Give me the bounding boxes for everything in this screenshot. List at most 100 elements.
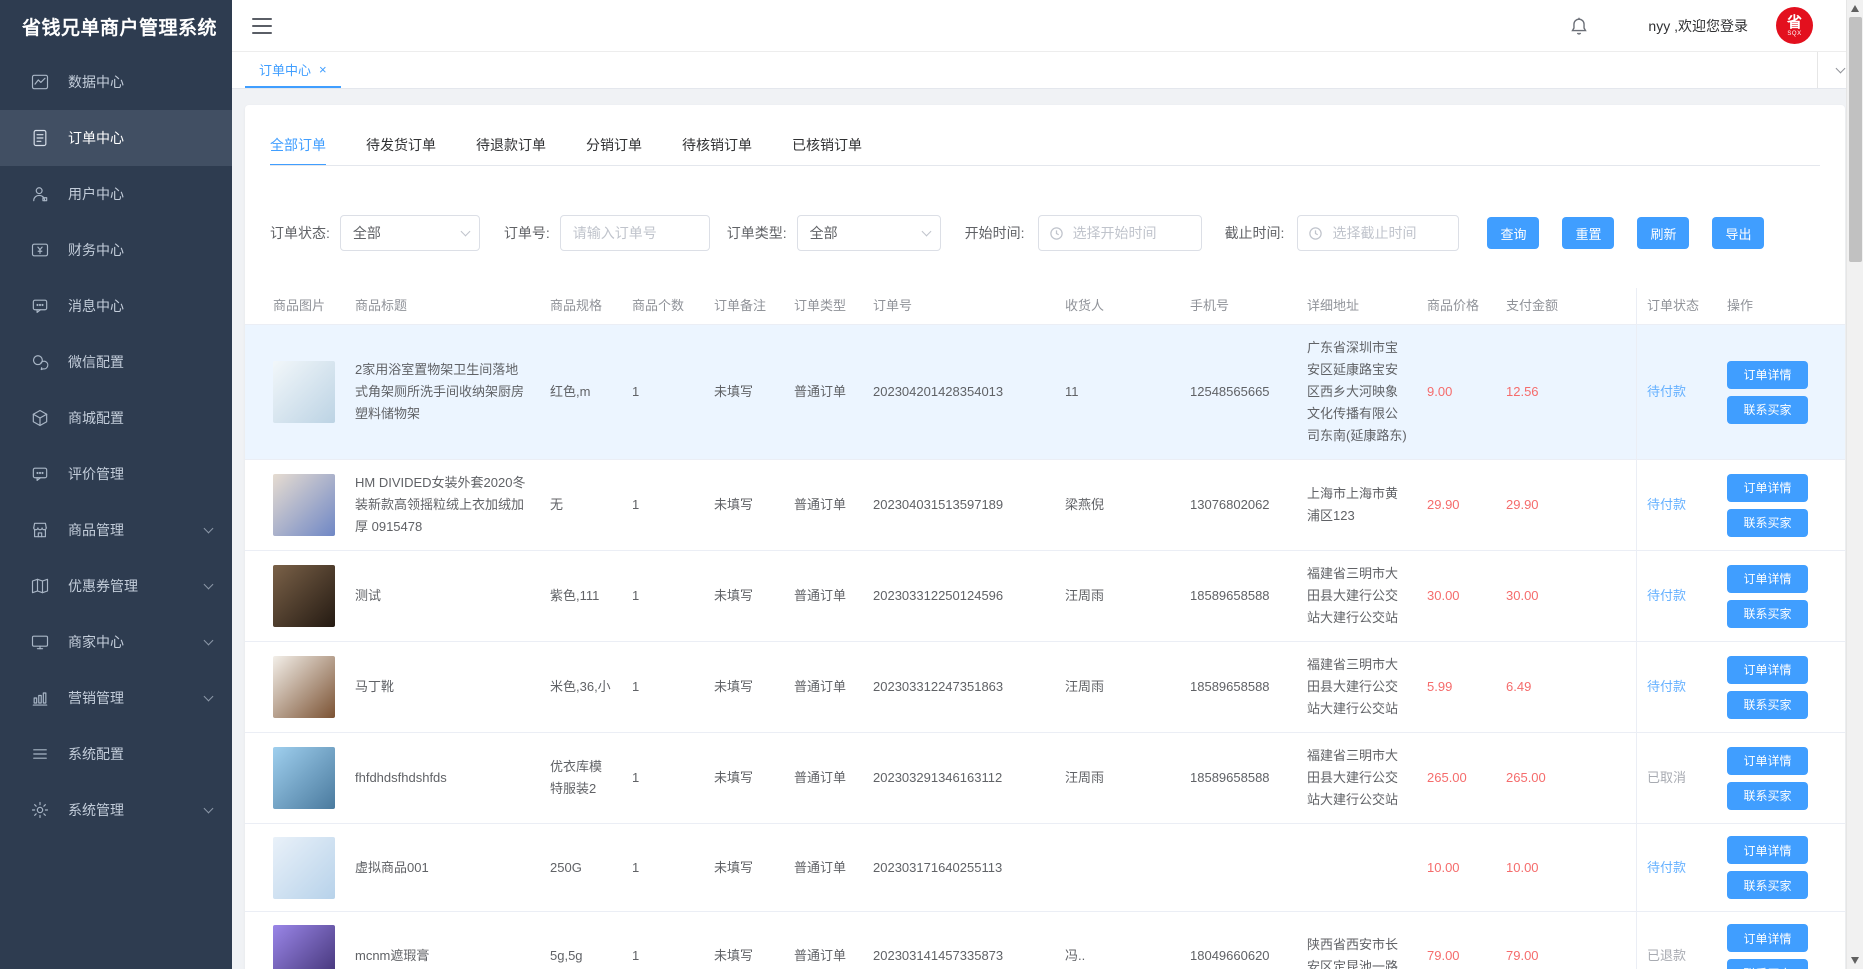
order-tab-3[interactable]: 分销订单 (566, 125, 662, 165)
cell-text-address: 广东省深圳市宝安区延康路宝安区西乡大河映象文化传播有限公司东南(延康路东) (1307, 337, 1407, 447)
workspace-tab-order-center[interactable]: 订单中心 × (245, 52, 341, 88)
order-detail-button[interactable]: 订单详情 (1727, 656, 1808, 684)
order-detail-button[interactable]: 订单详情 (1727, 836, 1808, 864)
sidebar-item-message[interactable]: 消息中心 (0, 278, 232, 334)
notification-bell-icon[interactable] (1568, 15, 1590, 37)
table-row[interactable]: fhfdhdsfhdshfds优衣库模特服装21未填写普通订单202303291… (245, 733, 1845, 824)
sidebar-item-review[interactable]: 评价管理 (0, 446, 232, 502)
scrollbar-thumb[interactable] (1849, 17, 1862, 262)
reset-button[interactable]: 重置 (1562, 217, 1614, 249)
cell-text-amount: 265.00 (1506, 767, 1546, 789)
user-avatar[interactable]: 省 SQX (1776, 7, 1813, 44)
cell-text-receiver: 11 (1065, 381, 1079, 403)
cell-count: 1 (622, 325, 704, 459)
cell-status: 待付款 (1636, 642, 1717, 732)
cell-address: 广东省深圳市宝安区延康路宝安区西乡大河映象文化传播有限公司东南(延康路东) (1297, 325, 1417, 459)
table-row[interactable]: 马丁靴米色,36,小1未填写普通订单202303312247351863汪周雨1… (245, 642, 1845, 733)
order-detail-button[interactable]: 订单详情 (1727, 924, 1808, 952)
start-time-label: 开始时间: (965, 223, 1025, 243)
order-detail-button[interactable]: 订单详情 (1727, 361, 1808, 389)
table-header-row: 商品图片商品标题商品规格商品个数订单备注订单类型订单号收货人手机号详细地址商品价… (245, 288, 1845, 325)
sidebar-item-product[interactable]: 商品管理 (0, 502, 232, 558)
contact-buyer-button[interactable]: 联系买家 (1727, 600, 1808, 628)
sidebar-item-wechat[interactable]: 微信配置 (0, 334, 232, 390)
main-content: 全部订单待发货订单待退款订单分销订单待核销订单已核销订单 订单状态: 全部 订单… (232, 89, 1863, 969)
chevron-down-icon (204, 691, 214, 701)
contact-buyer-button[interactable]: 联系买家 (1727, 509, 1808, 537)
sidebar-item-merchant[interactable]: 商家中心 (0, 614, 232, 670)
order-tab-0[interactable]: 全部订单 (270, 125, 346, 165)
cell-phone: 18589658588 (1180, 551, 1297, 641)
cell-price: 9.00 (1417, 325, 1496, 459)
start-time-picker[interactable]: 选择开始时间 (1038, 215, 1202, 251)
scroll-down-arrow-icon[interactable] (1851, 957, 1859, 964)
order-tab-2[interactable]: 待退款订单 (456, 125, 566, 165)
cell-count: 1 (622, 912, 704, 969)
scroll-up-arrow-icon[interactable] (1851, 5, 1859, 12)
bar-chart-icon (30, 688, 50, 708)
order-status-select[interactable]: 全部 (340, 215, 480, 251)
cell-text-remark: 未填写 (714, 857, 753, 879)
cell-text-spec: 无 (550, 494, 563, 516)
order-tab-1[interactable]: 待发货订单 (346, 125, 456, 165)
close-icon[interactable]: × (319, 62, 327, 77)
cell-action: 订单详情联系买家 (1717, 824, 1845, 911)
column-header-image: 商品图片 (245, 288, 345, 324)
cell-text-amount: 12.56 (1506, 381, 1539, 403)
cell-text-order_no: 202303171640255113 (873, 857, 1002, 879)
table-row[interactable]: 2家用浴室置物架卫生间落地式角架厕所洗手间收纳架厨房塑料储物架红色,m1未填写普… (245, 325, 1845, 460)
table-row[interactable]: 测试紫色,1111未填写普通订单202303312250124596汪周雨185… (245, 551, 1845, 642)
tabs-divider (270, 165, 1820, 166)
order-tab-5[interactable]: 已核销订单 (772, 125, 882, 165)
cell-text-remark: 未填写 (714, 767, 753, 789)
table-row[interactable]: mcnm遮瑕膏5g,5g1未填写普通订单202303141457335873冯.… (245, 912, 1845, 969)
order-detail-button[interactable]: 订单详情 (1727, 565, 1808, 593)
sidebar-item-user[interactable]: 用户中心 (0, 166, 232, 222)
sidebar-item-sysmanage[interactable]: 系统管理 (0, 782, 232, 838)
cell-spec: 优衣库模特服装2 (540, 733, 622, 823)
contact-buyer-button[interactable]: 联系买家 (1727, 691, 1808, 719)
order-detail-button[interactable]: 订单详情 (1727, 747, 1808, 775)
order-type-select[interactable]: 全部 (797, 215, 941, 251)
sidebar-item-mall[interactable]: 商城配置 (0, 390, 232, 446)
end-time-picker[interactable]: 选择截止时间 (1297, 215, 1459, 251)
workspace-tabbar: 订单中心 × (232, 52, 1863, 89)
sidebar-item-finance[interactable]: 财务中心 (0, 222, 232, 278)
sidebar-item-data[interactable]: 数据中心 (0, 54, 232, 110)
cell-status: 已取消 (1636, 733, 1717, 823)
sidebar-item-sysconfig[interactable]: 系统配置 (0, 726, 232, 782)
finance-icon (30, 240, 50, 260)
cell-title: 测试 (345, 551, 540, 641)
order-no-input[interactable] (573, 225, 697, 241)
contact-buyer-button[interactable]: 联系买家 (1727, 871, 1808, 899)
search-button[interactable]: 查询 (1487, 217, 1539, 249)
cell-text-order_no: 202304031513597189 (873, 494, 1003, 516)
table-row[interactable]: 虚拟商品001250G1未填写普通订单20230317164025511310.… (245, 824, 1845, 912)
contact-buyer-button[interactable]: 联系买家 (1727, 959, 1808, 969)
cell-image (245, 824, 345, 911)
hamburger-menu-icon[interactable] (252, 18, 272, 34)
cell-text-address: 福建省三明市大田县大建行公交站大建行公交站 (1307, 745, 1407, 811)
order-tab-4[interactable]: 待核销订单 (662, 125, 772, 165)
sidebar-item-coupon[interactable]: 优惠券管理 (0, 558, 232, 614)
order-tab-label: 待发货订单 (366, 135, 436, 155)
order-detail-button[interactable]: 订单详情 (1727, 474, 1808, 502)
sidebar-item-label: 商品管理 (68, 520, 205, 540)
cell-text-type: 普通订单 (794, 857, 846, 879)
sidebar-item-order[interactable]: 订单中心 (0, 110, 232, 166)
cell-order_no: 202303291346163112 (863, 733, 1055, 823)
sidebar-item-label: 系统管理 (68, 800, 205, 820)
sidebar-item-marketing[interactable]: 营销管理 (0, 670, 232, 726)
cell-price: 29.90 (1417, 460, 1496, 550)
cell-text-count: 1 (632, 767, 639, 789)
cell-price: 79.00 (1417, 912, 1496, 969)
contact-buyer-button[interactable]: 联系买家 (1727, 396, 1808, 424)
product-image-sea-rock-photo (273, 747, 335, 809)
export-button[interactable]: 导出 (1712, 217, 1764, 249)
cell-spec: 5g,5g (540, 912, 622, 969)
table-row[interactable]: HM DIVIDED女装外套2020冬装新款高领摇粒绒上衣加绒加厚 091547… (245, 460, 1845, 551)
order-status-tabs: 全部订单待发货订单待退款订单分销订单待核销订单已核销订单 (245, 105, 1845, 165)
refresh-button[interactable]: 刷新 (1637, 217, 1689, 249)
cell-remark: 未填写 (704, 912, 784, 969)
contact-buyer-button[interactable]: 联系买家 (1727, 782, 1808, 810)
